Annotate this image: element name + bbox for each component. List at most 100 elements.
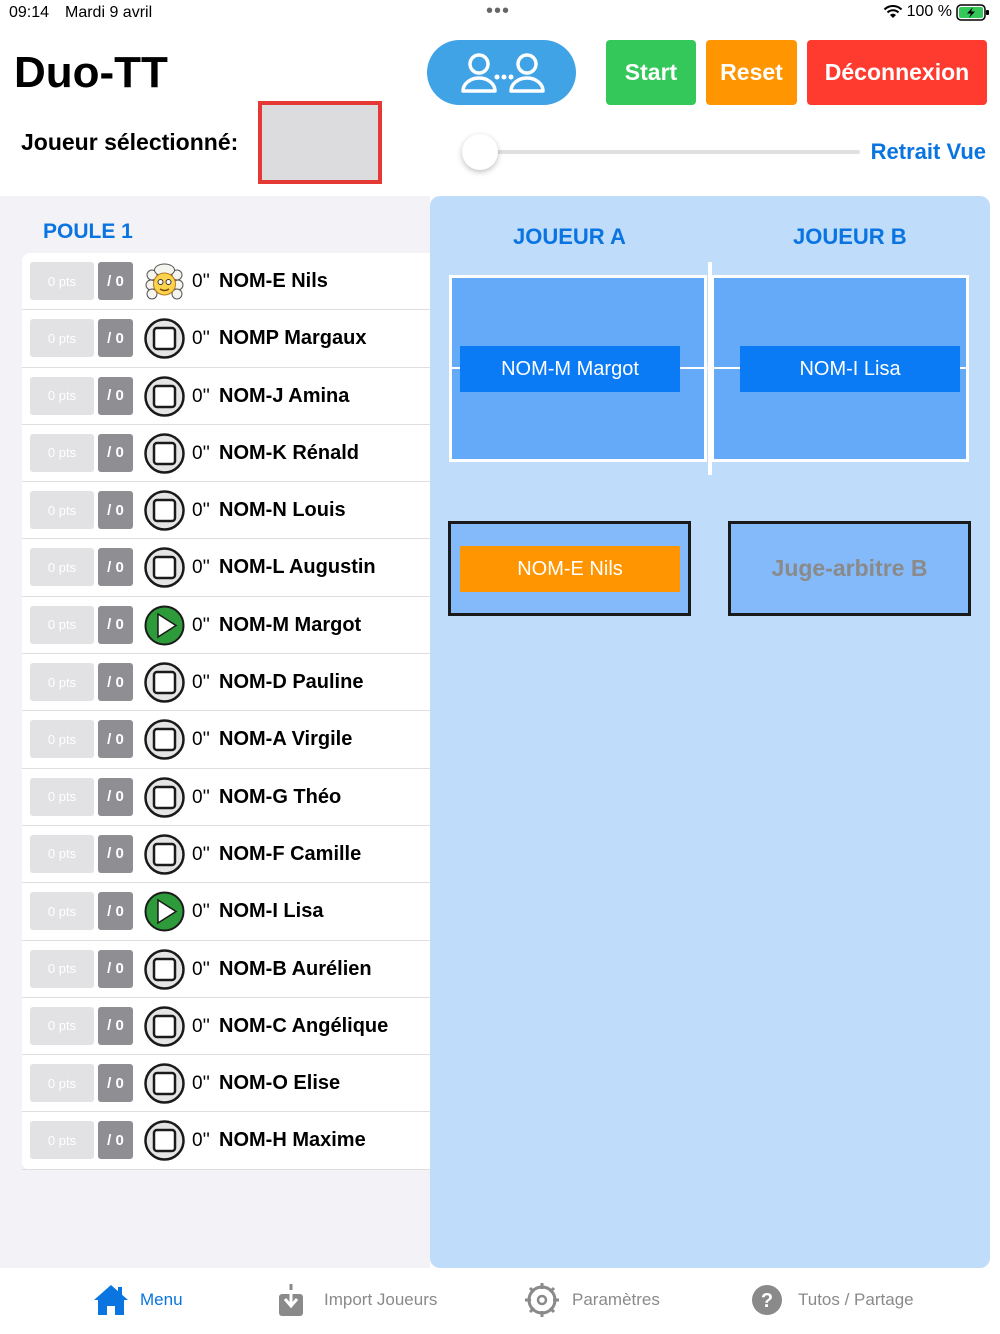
points-badge: 0 pts	[30, 949, 94, 988]
player-list: 0 pts/ 0 0'' NOM-E Nils 0 pts/ 0 0'' NOMP Mar…	[22, 253, 430, 1170]
home-icon	[94, 1285, 128, 1315]
points-badge: 0 pts	[30, 663, 94, 702]
player-time: 0''	[192, 271, 210, 292]
player-time: 0''	[192, 729, 210, 751]
player-row[interactable]: 0 pts/ 0 0'' NOM-J Amina	[22, 368, 430, 425]
player-row[interactable]: 0 pts/ 0 0'' NOMP Margaux	[22, 310, 430, 368]
stop-icon[interactable]	[144, 1120, 185, 1162]
player-name: NOM-I Lisa	[219, 900, 324, 923]
player-row[interactable]: 0 pts/ 0 0'' NOM-C Angélique	[22, 998, 430, 1056]
player-name: NOM-H Maxime	[219, 1129, 366, 1152]
player-time: 0''	[192, 901, 210, 923]
multitask-dots[interactable]: •••	[486, 0, 510, 23]
player-row[interactable]: 0 pts/ 0 0'' NOM-F Camille	[22, 826, 430, 884]
stop-icon[interactable]	[144, 490, 185, 531]
pair-players-button[interactable]	[427, 40, 576, 105]
umpire-a-slot[interactable]: NOM-E Nils	[448, 521, 691, 616]
battery-percent: 100 %	[906, 3, 952, 20]
players-pair-icon	[460, 52, 545, 93]
tab-menu[interactable]: Menu	[92, 1282, 183, 1318]
stop-icon[interactable]	[144, 719, 185, 761]
player-row[interactable]: 0 pts/ 0 0'' NOM-E Nils	[22, 253, 430, 311]
center-line-a-right	[680, 367, 708, 369]
score-badge: / 0	[98, 548, 133, 587]
logout-button[interactable]: Déconnexion	[807, 40, 987, 105]
score-badge: / 0	[98, 720, 133, 759]
view-slider-track[interactable]	[478, 150, 860, 154]
battery-charging-icon	[956, 3, 989, 21]
player-time: 0''	[192, 1073, 210, 1095]
selected-player-slot[interactable]	[258, 101, 382, 184]
stop-icon[interactable]	[144, 948, 185, 990]
points-badge: 0 pts	[30, 548, 94, 587]
tab-menu-label: Menu	[140, 1290, 183, 1309]
stop-icon[interactable]	[144, 662, 185, 703]
points-badge: 0 pts	[30, 720, 94, 759]
tab-settings[interactable]: Paramètres	[524, 1282, 660, 1318]
score-badge: / 0	[98, 1006, 133, 1045]
points-badge: 0 pts	[30, 1006, 94, 1045]
player-row[interactable]: 0 pts/ 0 0'' NOM-A Virgile	[22, 711, 430, 769]
status-date: Mardi 9 avril	[65, 4, 153, 21]
player-time: 0''	[192, 843, 210, 865]
player-row[interactable]: 0 pts/ 0 0'' NOM-M Margot	[22, 597, 430, 655]
center-line-a-left	[452, 367, 460, 369]
player-row[interactable]: 0 pts/ 0 0'' NOM-H Maxime	[22, 1112, 430, 1170]
stop-icon[interactable]	[144, 318, 185, 360]
player-row[interactable]: 0 pts/ 0 0'' NOM-K Rénald	[22, 425, 430, 483]
score-badge: / 0	[98, 949, 133, 988]
player-name: NOM-M Margot	[219, 613, 362, 636]
play-icon[interactable]	[144, 605, 185, 646]
points-badge: 0 pts	[30, 1064, 94, 1103]
stop-icon[interactable]	[144, 776, 185, 818]
tab-settings-label: Paramètres	[572, 1290, 660, 1309]
player-row[interactable]: 0 pts/ 0 0'' NOM-L Augustin	[22, 539, 430, 597]
player-time: 0''	[192, 328, 210, 350]
player-row[interactable]: 0 pts/ 0 0'' NOM-O Elise	[22, 1055, 430, 1113]
tab-help[interactable]: ? Tutos / Partage	[750, 1282, 914, 1318]
player-row[interactable]: 0 pts/ 0 0'' NOM-D Pauline	[22, 654, 430, 712]
points-badge: 0 pts	[30, 433, 94, 472]
player-time: 0''	[192, 500, 210, 522]
selected-player-label: Joueur sélectionné:	[21, 129, 239, 155]
stop-icon[interactable]	[144, 433, 185, 474]
tab-import[interactable]: Import Joueurs	[276, 1282, 437, 1318]
tab-help-label: Tutos / Partage	[798, 1290, 914, 1309]
points-badge: 0 pts	[30, 376, 94, 415]
player-b-chip[interactable]: NOM-I Lisa	[740, 346, 960, 392]
stop-icon[interactable]	[144, 547, 185, 589]
stop-icon[interactable]	[144, 375, 185, 417]
start-button[interactable]: Start	[606, 40, 696, 105]
retrait-vue-link[interactable]: Retrait Vue	[871, 139, 986, 165]
player-row[interactable]: 0 pts/ 0 0'' NOM-I Lisa	[22, 883, 430, 941]
stop-icon[interactable]	[144, 1063, 185, 1104]
score-badge: / 0	[98, 433, 133, 472]
player-row[interactable]: 0 pts/ 0 0'' NOM-B Aurélien	[22, 941, 430, 998]
score-badge: / 0	[98, 777, 133, 816]
player-a-chip[interactable]: NOM-M Margot	[460, 346, 680, 392]
player-time: 0''	[192, 614, 210, 636]
table-net	[708, 262, 712, 475]
player-name: NOM-D Pauline	[219, 671, 364, 694]
player-name: NOM-O Elise	[219, 1072, 341, 1095]
umpire-a-chip[interactable]: NOM-E Nils	[460, 546, 680, 592]
play-icon[interactable]	[144, 891, 185, 932]
player-name: NOM-E Nils	[219, 270, 328, 292]
points-badge: 0 pts	[30, 262, 94, 300]
points-badge: 0 pts	[30, 319, 94, 358]
stop-icon[interactable]	[144, 834, 185, 875]
score-badge: / 0	[98, 663, 133, 702]
score-badge: / 0	[98, 605, 133, 644]
player-row[interactable]: 0 pts/ 0 0'' NOM-N Louis	[22, 482, 430, 540]
umpire-b-slot[interactable]: Juge-arbitre B	[728, 521, 971, 616]
score-badge: / 0	[98, 376, 133, 415]
tab-import-label: Import Joueurs	[324, 1290, 438, 1309]
score-badge: / 0	[98, 262, 133, 300]
stop-icon[interactable]	[144, 1006, 185, 1047]
center-line-b-left	[712, 367, 740, 369]
player-row[interactable]: 0 pts/ 0 0'' NOM-G Théo	[22, 769, 430, 826]
pool-title: POULE 1	[43, 220, 133, 243]
reset-button[interactable]: Reset	[706, 40, 797, 105]
view-slider-thumb[interactable]	[462, 134, 498, 170]
judge-wig-icon[interactable]	[144, 261, 185, 302]
